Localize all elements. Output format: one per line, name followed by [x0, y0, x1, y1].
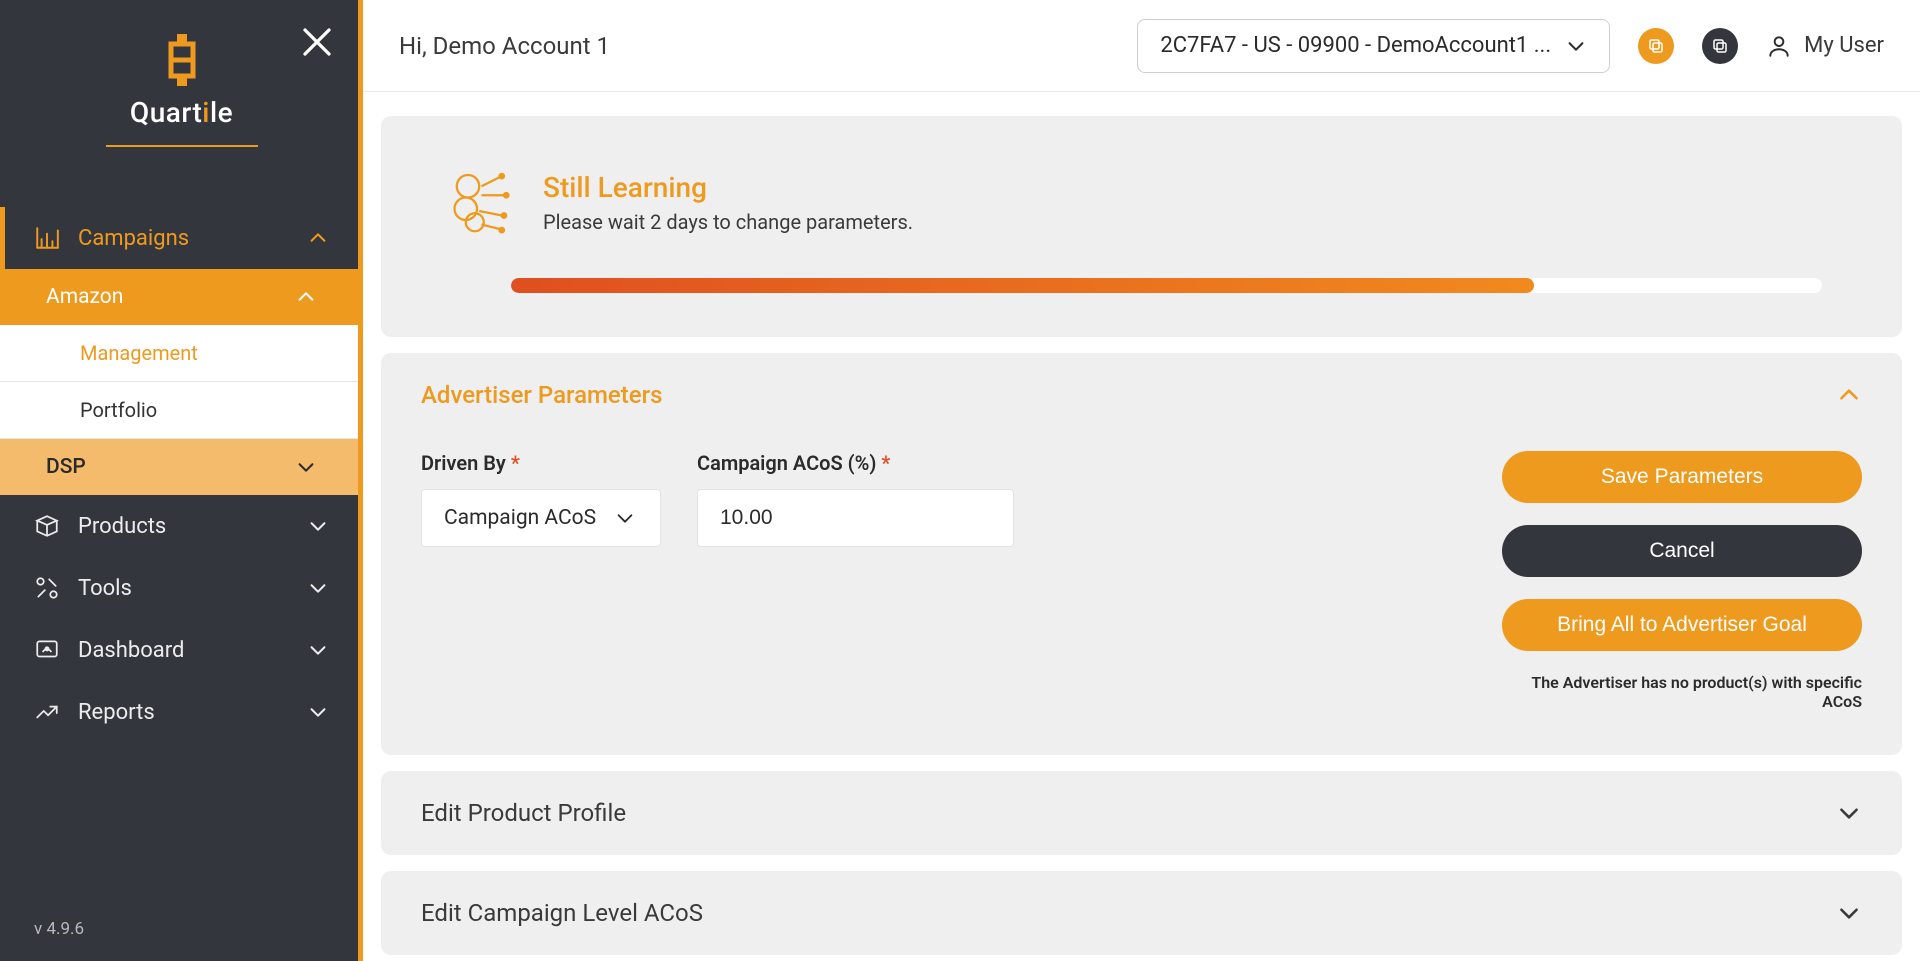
- nav-reports[interactable]: Reports: [0, 681, 363, 743]
- chevron-down-icon: [307, 639, 329, 661]
- learning-title: Still Learning: [543, 171, 913, 204]
- section-title: Edit Campaign Level ACoS: [421, 899, 703, 927]
- bring-all-button[interactable]: Bring All to Advertiser Goal: [1502, 599, 1862, 651]
- account-selector-value: 2C7FA7 - US - 09900 - DemoAccount1 ...: [1160, 33, 1551, 58]
- edit-product-profile-header[interactable]: Edit Product Profile: [381, 771, 1902, 855]
- acos-input[interactable]: [720, 506, 991, 530]
- content-area: Still Learning Please wait 2 days to cha…: [363, 92, 1920, 961]
- chevron-up-icon: [1836, 382, 1862, 408]
- driven-by-value: Campaign ACoS: [444, 506, 596, 530]
- edit-campaign-acos-section: Edit Campaign Level ACoS: [381, 871, 1902, 955]
- reports-icon: [34, 699, 60, 725]
- learning-subtitle: Please wait 2 days to change parameters.: [543, 210, 913, 234]
- main: Hi, Demo Account 1 2C7FA7 - US - 09900 -…: [363, 0, 1920, 961]
- section-title: Edit Product Profile: [421, 799, 626, 827]
- user-menu[interactable]: My User: [1766, 33, 1884, 59]
- acos-group: Campaign ACoS (%) *: [697, 451, 1014, 711]
- nav-label: Tools: [78, 576, 132, 601]
- nav-label: Amazon: [46, 285, 123, 309]
- nav-dashboard[interactable]: Dashboard: [0, 619, 363, 681]
- user-name: My User: [1804, 33, 1884, 58]
- version-label: v 4.9.6: [0, 905, 363, 961]
- learning-progress-fill: [511, 278, 1534, 293]
- driven-by-group: Driven By * Campaign ACoS: [421, 451, 661, 711]
- nav-portfolio[interactable]: Portfolio: [0, 382, 363, 439]
- topbar: Hi, Demo Account 1 2C7FA7 - US - 09900 -…: [363, 0, 1920, 92]
- greeting: Hi, Demo Account 1: [399, 32, 610, 60]
- nav-label: Dashboard: [78, 638, 184, 663]
- cancel-button[interactable]: Cancel: [1502, 525, 1862, 577]
- chevron-down-icon: [1836, 800, 1862, 826]
- chevron-down-icon: [295, 456, 317, 478]
- chevron-up-icon: [307, 227, 329, 249]
- chevron-down-icon: [307, 701, 329, 723]
- logo: Quartile: [0, 0, 363, 147]
- user-icon: [1766, 33, 1792, 59]
- chevron-up-icon: [295, 286, 317, 308]
- edit-product-profile-section: Edit Product Profile: [381, 771, 1902, 855]
- nav-label: Management: [80, 341, 198, 365]
- dashboard-icon: [34, 637, 60, 663]
- logo-mark-icon: [162, 34, 202, 86]
- advertiser-parameters-header[interactable]: Advertiser Parameters: [381, 353, 1902, 437]
- nav-products[interactable]: Products: [0, 495, 363, 557]
- driven-by-select[interactable]: Campaign ACoS: [421, 489, 661, 547]
- learning-panel: Still Learning Please wait 2 days to cha…: [381, 116, 1902, 337]
- nav-label: Products: [78, 514, 166, 539]
- bar-chart-icon: [34, 225, 60, 251]
- copy-button[interactable]: [1638, 28, 1674, 64]
- nav-label: Reports: [78, 700, 155, 725]
- acos-label: Campaign ACoS (%) *: [697, 451, 1014, 475]
- copy-icon: [1647, 37, 1665, 55]
- buttons-column: Save Parameters Cancel Bring All to Adve…: [1502, 451, 1862, 711]
- logo-text: Quartile: [0, 96, 363, 129]
- nav-amazon[interactable]: Amazon: [0, 269, 363, 325]
- nav-campaigns[interactable]: Campaigns: [0, 207, 363, 269]
- copy-dark-button[interactable]: [1702, 28, 1738, 64]
- main-nav: Campaigns Amazon Management Portfolio DS…: [0, 207, 363, 905]
- nav-tools[interactable]: Tools: [0, 557, 363, 619]
- section-title: Advertiser Parameters: [421, 381, 662, 409]
- sidebar: Quartile Campaigns Amazon Ma: [0, 0, 363, 961]
- box-icon: [34, 513, 60, 539]
- chevron-down-icon: [307, 515, 329, 537]
- nav-label: Campaigns: [78, 226, 189, 251]
- driven-by-label: Driven By *: [421, 451, 661, 475]
- nav-management[interactable]: Management: [0, 325, 363, 382]
- edit-campaign-acos-header[interactable]: Edit Campaign Level ACoS: [381, 871, 1902, 955]
- chevron-down-icon: [307, 577, 329, 599]
- acos-input-wrap: [697, 489, 1014, 547]
- nav-dsp[interactable]: DSP: [0, 439, 363, 495]
- chevron-down-icon: [1565, 35, 1587, 57]
- nav-label: DSP: [46, 455, 86, 479]
- save-parameters-button[interactable]: Save Parameters: [1502, 451, 1862, 503]
- learning-progress: [511, 278, 1822, 293]
- brain-icon: [441, 166, 513, 238]
- tools-icon: [34, 575, 60, 601]
- close-icon: [299, 24, 335, 60]
- advertiser-hint: The Advertiser has no product(s) with sp…: [1502, 673, 1862, 711]
- close-sidebar-button[interactable]: [299, 24, 335, 60]
- advertiser-parameters-section: Advertiser Parameters Driven By * Campai…: [381, 353, 1902, 755]
- nav-label: Portfolio: [80, 398, 157, 422]
- copy-icon: [1711, 37, 1729, 55]
- account-selector[interactable]: 2C7FA7 - US - 09900 - DemoAccount1 ...: [1137, 19, 1610, 73]
- chevron-down-icon: [1836, 900, 1862, 926]
- chevron-down-icon: [614, 507, 636, 529]
